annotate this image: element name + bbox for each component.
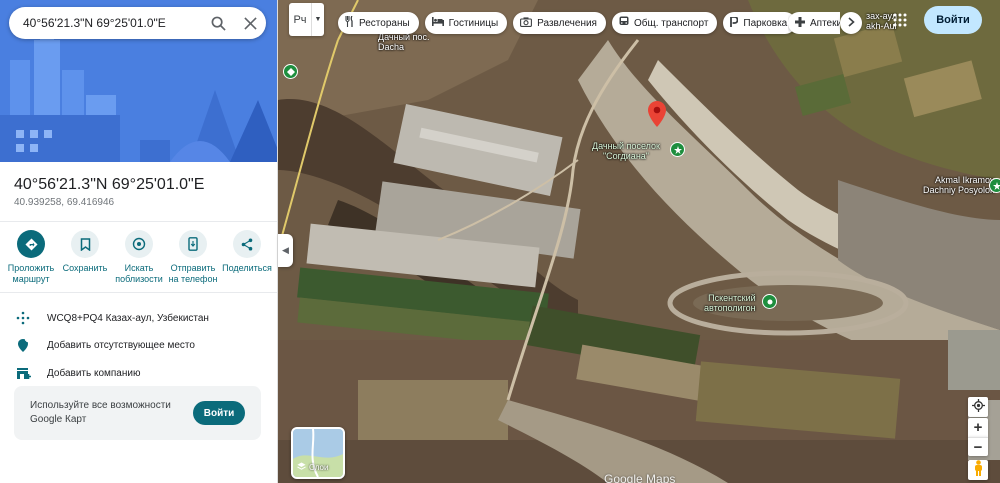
map-type-label: Рч bbox=[293, 13, 307, 26]
plus-code-icon bbox=[14, 311, 32, 325]
chip-label: Развлечения bbox=[537, 17, 597, 29]
add-place-icon bbox=[14, 337, 32, 352]
chevron-left-icon: ◀ bbox=[282, 245, 289, 255]
map-label-akmal[interactable]: Akmal Ikramov Dachniy Posyolok bbox=[923, 175, 995, 195]
transit-icon bbox=[619, 16, 629, 30]
bookmark-icon bbox=[71, 230, 99, 258]
collapse-panel-button[interactable]: ◀ bbox=[278, 234, 293, 267]
send-to-phone-label: Отправить на телефон bbox=[168, 263, 218, 284]
divider bbox=[0, 221, 277, 222]
minus-icon: − bbox=[973, 438, 983, 456]
directions-button[interactable]: Проложить маршрут bbox=[5, 230, 57, 290]
plus-icon: + bbox=[973, 419, 983, 436]
layers-label: Слои bbox=[309, 463, 329, 472]
chevron-down-icon[interactable]: ▼ bbox=[311, 3, 324, 36]
add-place-text: Добавить отсутствующее место bbox=[47, 339, 195, 351]
layers-label-wrap: Слои bbox=[297, 462, 328, 473]
divider bbox=[0, 292, 277, 293]
my-location-icon bbox=[971, 399, 985, 415]
search-icon[interactable] bbox=[202, 7, 234, 39]
send-to-phone-button[interactable]: Отправить на телефон bbox=[167, 230, 219, 290]
chip-label: Гостиницы bbox=[448, 17, 499, 29]
zoom-out-button[interactable]: − bbox=[968, 437, 988, 456]
poi-marker-akmal[interactable] bbox=[989, 178, 1000, 193]
directions-label: Проложить маршрут bbox=[7, 263, 55, 284]
save-label: Сохранить bbox=[62, 263, 108, 273]
save-button[interactable]: Сохранить bbox=[59, 230, 111, 290]
layers-button[interactable]: Слои bbox=[291, 427, 345, 479]
street-view-pegman[interactable] bbox=[968, 459, 988, 481]
directions-icon bbox=[17, 230, 45, 258]
search-box bbox=[9, 7, 266, 39]
promo-sign-in-button[interactable]: Войти bbox=[193, 401, 245, 425]
plus-code-row[interactable]: WCQ8+PQ4 Казах-аул, Узбекистан bbox=[14, 311, 209, 325]
parking-icon bbox=[730, 15, 739, 30]
chip-label: Рестораны bbox=[359, 17, 410, 29]
nearby-button[interactable]: Искать поблизости bbox=[113, 230, 165, 290]
add-business-text: Добавить компанию bbox=[47, 367, 141, 379]
poi-marker[interactable] bbox=[283, 64, 298, 79]
category-chips: Рестораны Гостиницы Развлечения Общ. тра… bbox=[338, 12, 797, 34]
pharmacy-icon bbox=[795, 16, 805, 30]
location-pin-icon[interactable] bbox=[648, 101, 666, 132]
chip-entertainment[interactable]: Развлечения bbox=[513, 12, 606, 34]
share-icon bbox=[233, 230, 261, 258]
promo-text: Используйте все возможности Google Карт bbox=[30, 400, 171, 425]
layers-icon bbox=[297, 462, 306, 473]
map-label-sogdiana[interactable]: Дачный поселок "Согдиана" bbox=[592, 141, 660, 161]
chip-label: Парковка bbox=[743, 17, 788, 29]
chip-label: Общ. транспорт bbox=[633, 17, 709, 29]
action-bar: Проложить маршрут Сохранить Искать побли… bbox=[0, 230, 277, 290]
close-icon[interactable] bbox=[234, 7, 266, 39]
map-type-toggle[interactable]: Рч ▼ bbox=[289, 3, 324, 36]
satellite-map[interactable]: Дачный пос. Dacha зах-аул akh-Aul Дачный… bbox=[278, 0, 1000, 483]
sign-in-button[interactable]: Войти bbox=[924, 6, 982, 34]
add-business-icon bbox=[14, 366, 32, 380]
hotel-icon bbox=[431, 17, 444, 29]
map-label-autopolygon[interactable]: Пскентский автополигон bbox=[704, 293, 756, 313]
my-location-button[interactable] bbox=[968, 397, 988, 417]
share-label: Поделиться bbox=[222, 263, 272, 273]
chip-hotels[interactable]: Гостиницы bbox=[424, 12, 508, 34]
camera-icon bbox=[520, 16, 533, 30]
search-input[interactable] bbox=[9, 16, 202, 30]
poi-marker-sogdiana[interactable] bbox=[670, 142, 685, 157]
chip-transit[interactable]: Общ. транспорт bbox=[611, 12, 718, 34]
satellite-imagery bbox=[278, 0, 1000, 483]
pegman-icon bbox=[974, 459, 983, 481]
map-label-dacha[interactable]: Дачный пос. Dacha bbox=[378, 32, 429, 52]
place-title: 40°56'21.3"N 69°25'01.0"E bbox=[14, 176, 205, 193]
sign-in-promo: Используйте все возможности Google Карт … bbox=[14, 386, 261, 440]
add-place-row[interactable]: Добавить отсутствующее место bbox=[14, 337, 195, 352]
add-business-row[interactable]: Добавить компанию bbox=[14, 366, 140, 380]
send-to-phone-icon bbox=[179, 230, 207, 258]
nearby-icon bbox=[125, 230, 153, 258]
place-panel: 40°56'21.3"N 69°25'01.0"E 40.939258, 69.… bbox=[0, 0, 278, 483]
chip-parking[interactable]: Парковка bbox=[723, 12, 797, 34]
chips-next-button[interactable] bbox=[840, 12, 862, 34]
apps-grid-icon[interactable] bbox=[893, 13, 907, 27]
plus-code-text: WCQ8+PQ4 Казах-аул, Узбекистан bbox=[47, 312, 209, 324]
nearby-label: Искать поблизости bbox=[115, 263, 163, 284]
chip-pharmacies[interactable]: Аптеки bbox=[788, 12, 840, 34]
chip-label: Аптеки bbox=[810, 17, 840, 29]
chevron-right-icon bbox=[847, 16, 855, 30]
poi-marker-autopolygon[interactable] bbox=[762, 294, 777, 309]
chip-pharmacies-clip: Аптеки bbox=[788, 12, 840, 34]
place-coordinates: 40.939258, 69.416946 bbox=[14, 197, 115, 208]
google-maps-watermark: Google Maps bbox=[604, 472, 676, 483]
share-button[interactable]: Поделиться bbox=[221, 230, 273, 290]
restaurant-icon bbox=[345, 15, 354, 30]
zoom-in-button[interactable]: + bbox=[968, 418, 988, 437]
chip-restaurants[interactable]: Рестораны bbox=[338, 12, 419, 34]
